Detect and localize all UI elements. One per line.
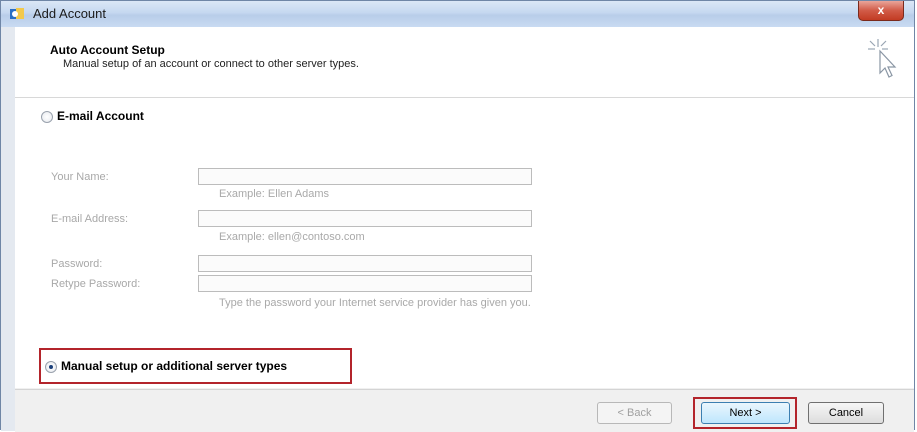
retype-password-input[interactable]: [198, 275, 532, 292]
outlook-app-icon: [10, 8, 24, 19]
dialog-body: E-mail Account Your Name: Example: Ellen…: [15, 98, 914, 388]
pointer-click-icon: [868, 39, 897, 78]
dialog-footer: < Back Next > Cancel: [15, 389, 914, 432]
your-name-input[interactable]: [198, 168, 532, 185]
password-hint: Type the password your Internet service …: [219, 297, 531, 309]
email-account-label[interactable]: E-mail Account: [57, 109, 144, 123]
email-address-label: E-mail Address:: [51, 213, 129, 225]
manual-setup-label[interactable]: Manual setup or additional server types: [61, 359, 287, 373]
retype-password-label: Retype Password:: [51, 278, 141, 290]
close-button[interactable]: x: [858, 1, 904, 21]
password-input[interactable]: [198, 255, 532, 272]
add-account-dialog: Add Account x Auto Account Setup Manual …: [0, 0, 915, 432]
dialog-header: Auto Account Setup Manual setup of an ac…: [15, 27, 914, 98]
window-title: Add Account: [33, 6, 106, 21]
email-address-hint: Example: ellen@contoso.com: [219, 231, 365, 243]
title-bar: Add Account x: [1, 1, 914, 28]
your-name-hint: Example: Ellen Adams: [219, 188, 330, 200]
next-button[interactable]: Next >: [701, 402, 790, 424]
back-button[interactable]: < Back: [597, 402, 672, 424]
header-subtitle: Manual setup of an account or connect to…: [63, 58, 359, 70]
left-border-strip: [1, 27, 15, 431]
cancel-button[interactable]: Cancel: [808, 402, 884, 424]
email-account-radio[interactable]: [41, 111, 53, 123]
manual-setup-radio[interactable]: [45, 361, 57, 373]
your-name-label: Your Name:: [51, 171, 109, 183]
password-label: Password:: [51, 258, 103, 270]
email-address-input[interactable]: [198, 210, 532, 227]
header-title: Auto Account Setup: [50, 43, 165, 57]
